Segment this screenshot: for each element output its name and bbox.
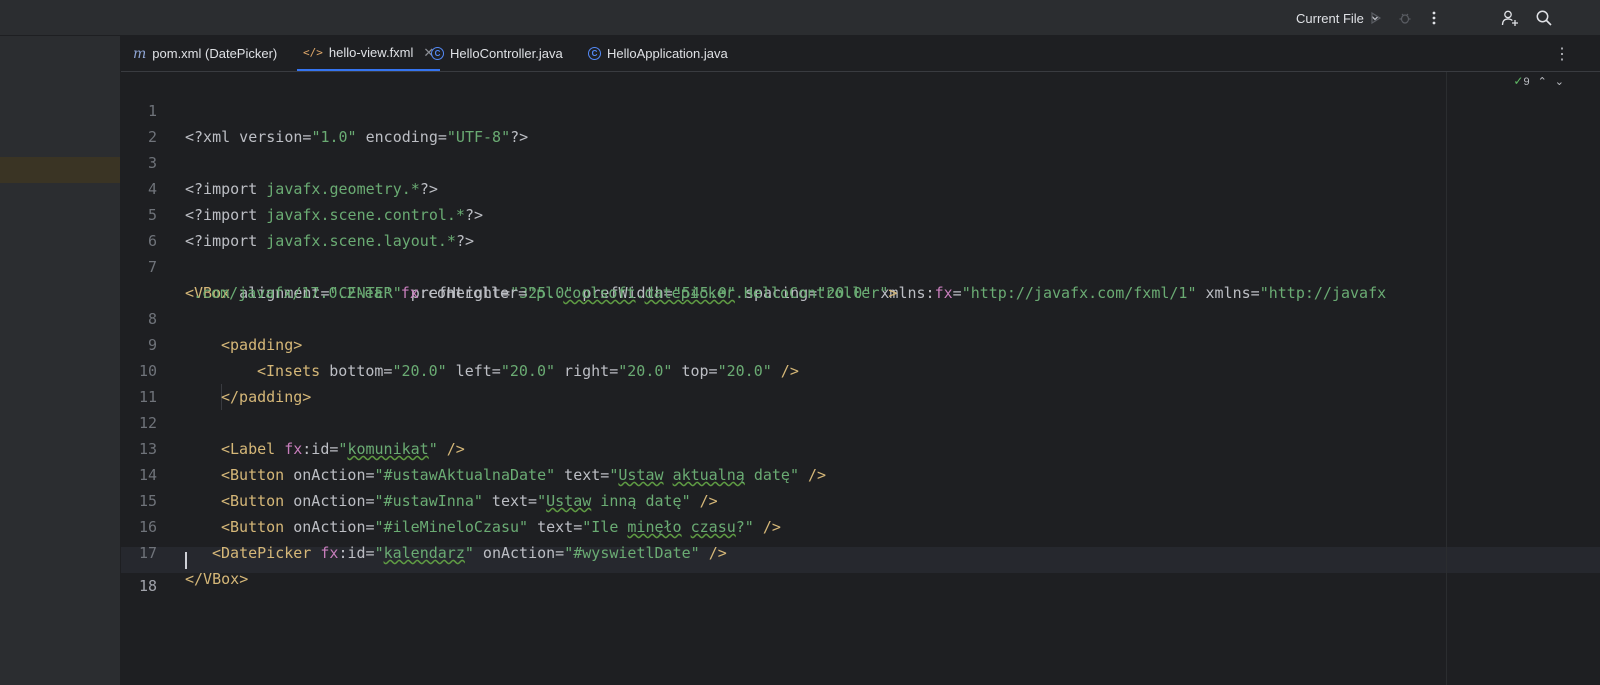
right-margin-guide [1446,72,1447,685]
java-class-icon: C [588,47,601,60]
maven-icon: m [133,45,147,62]
code-line: 13 <Button onAction="#ustawAktualnaDate"… [121,410,826,484]
add-user-icon[interactable] [1500,8,1520,28]
code-line: 11 [121,358,175,406]
xml-file-icon: </> [303,46,323,59]
code-line: 7 <VBox alignment="CENTER" prefHeight="3… [121,228,1386,302]
project-panel [0,36,121,685]
selected-tree-row[interactable] [0,157,120,183]
code-line: 1 <?xml version="1.0" encoding="UTF-8"?> [121,72,528,146]
tab-hello-application[interactable]: C HelloApplication.java [588,36,728,71]
more-icon[interactable] [1424,8,1444,28]
code-editor[interactable]: ✓9 ⌃ ⌄ 1 <?xml version="1.0" encoding="U… [121,72,1600,685]
run-config-label: Current File [1296,10,1364,26]
code-line-wrapped: .com/javafx/17.0.2-ea" fx:controller="pl… [193,284,898,302]
code-line: 16 <DatePicker fx:id="kalendarz" onActio… [121,488,727,562]
code-line: 8 <padding> [121,280,302,354]
inspections-widget[interactable]: ✓9 ⌃ ⌄ [1513,74,1564,88]
code-line: 15 <Button onAction="#ileMineloCzasu" te… [121,462,781,536]
code-line: 9 <Insets bottom="20.0" left="20.0" righ… [121,306,799,380]
tab-pom-xml[interactable]: m pom.xml (DatePicker) [133,36,277,71]
tab-hello-controller[interactable]: C HelloController.java [431,36,563,71]
chevron-down-icon[interactable]: ⌄ [1555,75,1564,88]
tab-more-icon[interactable]: ⋮ [1554,44,1570,64]
tab-label: hello-view.fxml [328,45,414,60]
code-line: 2 [121,98,175,146]
tab-label: HelloController.java [450,46,563,61]
chevron-up-icon[interactable]: ⌃ [1538,75,1547,88]
code-line: 3 <?import javafx.geometry.*?> [121,124,438,198]
title-bar: Current File [0,0,1600,36]
text-caret [185,552,187,569]
debug-icon[interactable] [1395,8,1415,28]
code-line: 14 <Button onAction="#ustawInna" text="U… [121,436,718,510]
code-line: 17 </VBox> [121,514,248,588]
tab-hello-view-fxml[interactable]: </> hello-view.fxml ✕ [297,36,441,71]
code-line: 5 <?import javafx.scene.layout.*?> [121,176,474,250]
code-line: 4 <?import javafx.scene.control.*?> [121,150,483,224]
code-line: 6 [121,202,175,250]
code-line: 10 </padding> [121,332,311,406]
java-class-icon: C [431,47,444,60]
editor-tab-bar: m pom.xml (DatePicker) </> hello-view.fx… [121,36,1600,72]
tab-label: pom.xml (DatePicker) [152,46,278,61]
code-line-current: 18 [121,547,175,595]
code-line: 12 <Label fx:id="komunikat" /> [121,384,465,458]
line-number: 18 [138,577,157,595]
inspection-status: ✓9 [1513,74,1530,88]
run-icon[interactable] [1366,8,1386,28]
tab-label: HelloApplication.java [607,46,728,61]
check-icon: ✓ [1513,74,1524,88]
search-icon[interactable] [1534,8,1554,28]
